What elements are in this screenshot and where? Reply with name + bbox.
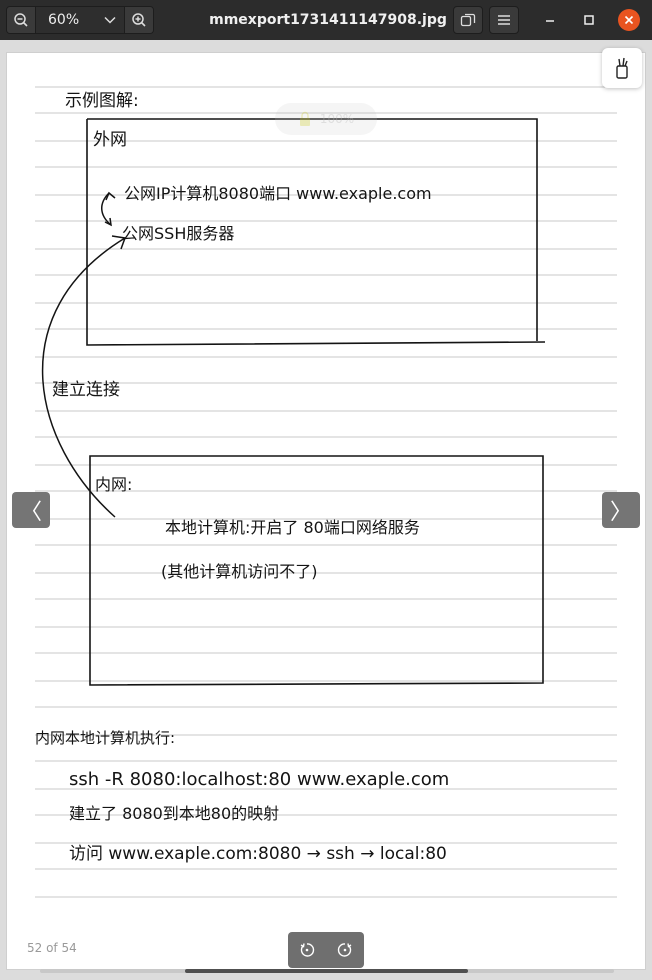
maximize-button[interactable] <box>575 6 603 34</box>
rotate-right-button[interactable] <box>331 936 359 964</box>
zoom-in-button[interactable] <box>124 7 153 33</box>
zoom-control: 60% <box>6 6 154 34</box>
page-counter: 52 of 54 <box>27 941 77 955</box>
lock-icon <box>299 111 310 126</box>
window-title: mmexport1731411147908.jpg <box>209 12 447 28</box>
command-line: ssh -R 8080:localhost:80 www.exaple.com <box>69 769 449 790</box>
outer-line-1: 公网IP计算机8080端口 www.exaple.com <box>124 184 432 203</box>
zoom-level-dropdown[interactable]: 60% <box>36 7 124 33</box>
chevron-right-icon: 〉 <box>609 500 632 525</box>
zoom-in-icon <box>132 13 146 27</box>
outer-line-2: 公网SSH服务器 <box>122 224 234 243</box>
close-icon <box>624 15 634 25</box>
maximize-icon <box>584 15 594 25</box>
scrollbar-thumb[interactable] <box>185 969 468 973</box>
close-button[interactable] <box>618 9 640 31</box>
zoom-out-icon <box>14 13 28 27</box>
rotate-right-icon <box>337 943 352 957</box>
pen-cup-icon <box>616 57 628 79</box>
handwritten-note: 示例图解: 外网 公网IP计算机8080端口 www.exaple.com 公网… <box>35 86 617 898</box>
tool-button[interactable] <box>602 48 642 88</box>
section2-heading: 内网本地计算机执行: <box>35 729 175 747</box>
connection-arrows <box>42 191 127 518</box>
zoom-overlay-value: 100% <box>319 112 355 126</box>
image-viewer-window: 60% mmexport1731411147908.jpg 示例图解: 外网 公… <box>0 0 652 980</box>
zoom-level-value: 60% <box>48 12 80 28</box>
explain-line: 建立了 8080到本地80的映射 <box>69 804 279 823</box>
main-menu-button[interactable] <box>489 6 519 34</box>
rotate-left-button[interactable] <box>293 936 321 964</box>
previous-image-button[interactable]: 〈 <box>12 492 50 528</box>
note-heading: 示例图解: <box>65 91 139 111</box>
image-canvas[interactable]: 示例图解: 外网 公网IP计算机8080端口 www.exaple.com 公网… <box>0 40 652 980</box>
outer-box-label: 外网 <box>93 130 127 150</box>
access-line: 访问 www.exaple.com:8080 → ssh → local:80 <box>69 844 447 864</box>
next-image-button[interactable]: 〉 <box>602 492 640 528</box>
horizontal-scrollbar[interactable] <box>40 969 614 973</box>
rotate-left-icon <box>300 943 315 957</box>
rotate-toolbar <box>288 932 364 968</box>
connect-label: 建立连接 <box>52 380 120 400</box>
hamburger-menu-icon <box>498 15 510 25</box>
header-bar: 60% mmexport1731411147908.jpg <box>0 0 652 40</box>
note-page: 示例图解: 外网 公网IP计算机8080端口 www.exaple.com 公网… <box>6 52 646 970</box>
gallery-icon <box>460 13 476 27</box>
chevron-down-icon <box>104 16 116 24</box>
inner-box-label: 内网: <box>95 475 132 494</box>
inner-line-1: 本地计算机:开启了 80端口网络服务 <box>165 518 420 537</box>
zoom-overlay: 100% <box>275 103 377 135</box>
inner-line-2: (其他计算机访问不了) <box>161 562 318 581</box>
minimize-button[interactable] <box>536 6 564 34</box>
gallery-button[interactable] <box>453 6 483 34</box>
chevron-left-icon: 〈 <box>19 500 42 525</box>
zoom-out-button[interactable] <box>7 7 36 33</box>
minimize-icon <box>546 20 554 22</box>
